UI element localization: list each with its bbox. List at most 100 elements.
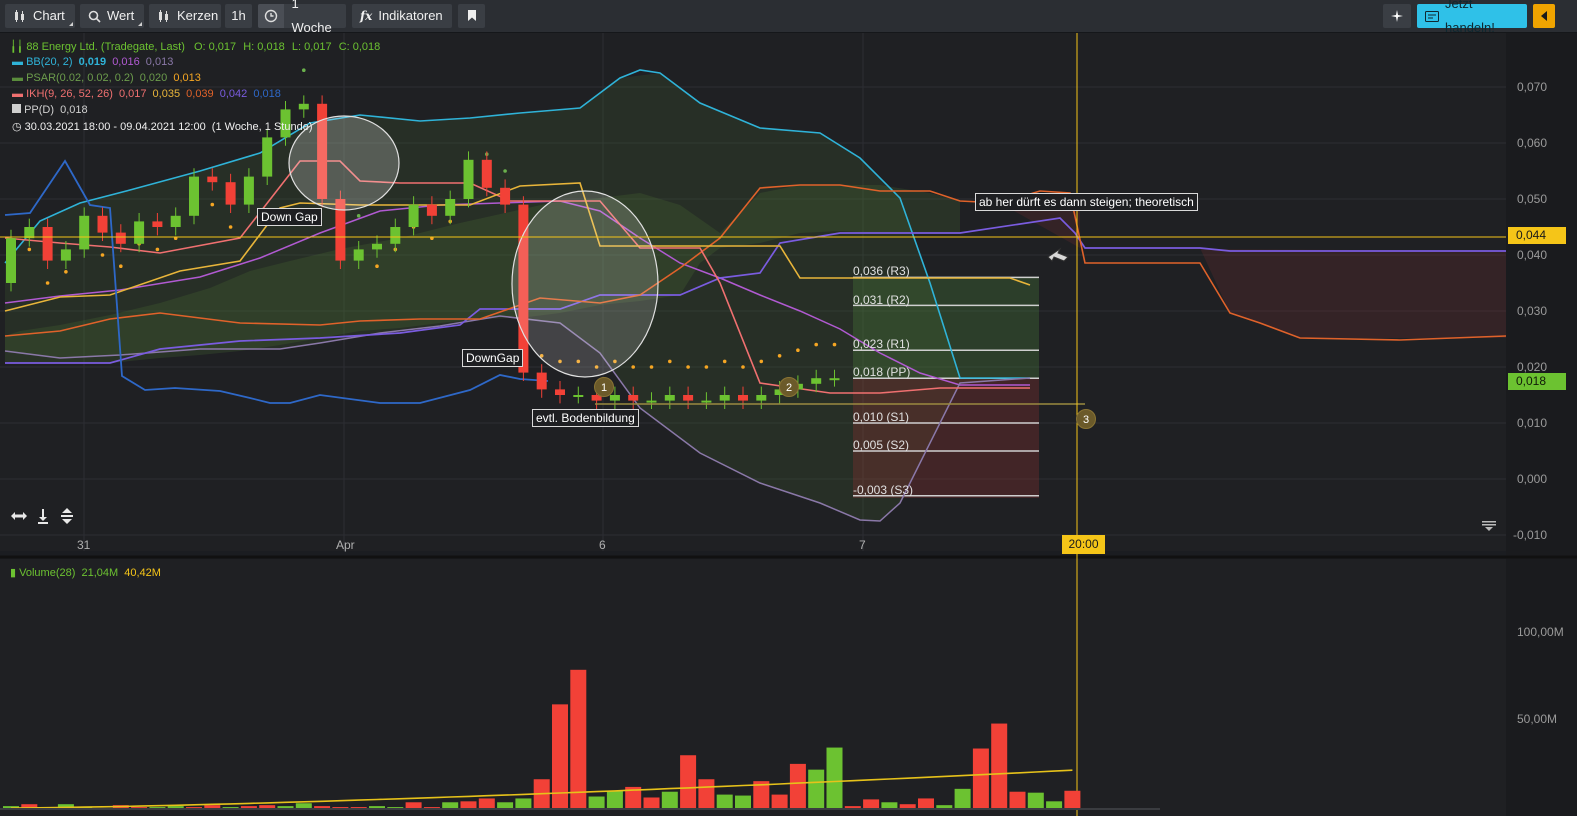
x-axis-label: 31 [77, 538, 91, 552]
open-value: O: 0,017 [193, 41, 237, 53]
psar-dot [814, 342, 818, 347]
legend-pp[interactable]: PP(D) 0,018 [12, 104, 88, 116]
crosshair-price-tag: 0,044 [1508, 227, 1566, 244]
sparkle-icon [1391, 10, 1403, 22]
legend-volume[interactable]: ▮ Volume(28) 21,04M 40,42M [10, 566, 161, 579]
candle [719, 395, 730, 401]
scroll-end-icon[interactable] [33, 506, 53, 526]
volume-bar [643, 797, 660, 809]
candle [79, 215, 90, 250]
chart-area[interactable]: ╽╽ 88 Energy Ltd. (Tradegate, Last) O: 0… [0, 33, 1577, 816]
psar-dot [668, 359, 672, 364]
psar-dot [686, 365, 690, 369]
psar-dot [777, 354, 782, 358]
psar-dot [155, 247, 160, 252]
trade-now-button[interactable]: Jetzt handeln! [1417, 0, 1527, 35]
indicators-button[interactable]: fx Indikatoren [352, 4, 452, 28]
pivot-r2-label: 0,031 (R2) [853, 293, 910, 307]
psar-dot [796, 348, 800, 353]
marker-3[interactable]: 3 [1076, 409, 1096, 429]
volume-bar [478, 798, 495, 809]
volume-bar [972, 748, 989, 809]
bb-swatch-icon: ▬ [12, 56, 23, 68]
vertical-fit-icon[interactable] [57, 506, 77, 526]
y-axis-label: 0,010 [1517, 416, 1548, 430]
psar-dot [722, 359, 727, 364]
pivot-s2-label: 0,005 (S2) [853, 438, 910, 452]
chart-toolbar: Chart Wert Kerzen 1h 1 Woche fx Indikato… [0, 0, 1577, 35]
chart-menu-icon[interactable] [1481, 519, 1497, 531]
volume-bar [918, 798, 934, 809]
volume-bar [460, 801, 477, 809]
ikh-value-3: 0,039 [186, 88, 214, 100]
x-axis-label: 6 [599, 538, 606, 552]
candle [189, 176, 199, 216]
volume-bar [1027, 792, 1044, 809]
marker-2[interactable]: 2 [779, 377, 799, 397]
magic-tools-button[interactable] [1383, 4, 1411, 28]
candle [811, 378, 822, 384]
psar-dot [375, 264, 379, 268]
bookmark-button[interactable] [458, 4, 485, 28]
chart-type-label: Chart [33, 8, 65, 23]
last-price-tag: 0,018 [1508, 373, 1566, 390]
pivot-r3-label: 0,036 (R3) [853, 264, 910, 278]
chart-canvas[interactable] [0, 33, 1577, 816]
legend-range: ◷ 30.03.2021 18:00 - 09.04.2021 12:00 (1… [12, 120, 312, 133]
candle [152, 221, 163, 227]
indicators-label: Indikatoren [378, 8, 443, 23]
bookmark-icon [467, 10, 476, 21]
volume-bar [991, 723, 1008, 809]
volume-value-2: 40,42M [124, 567, 161, 579]
candles-style-button[interactable]: Kerzen [149, 4, 221, 28]
ikh-value-2: 0,035 [152, 88, 181, 100]
marker-1[interactable]: 1 [594, 377, 614, 397]
psar-dot [832, 342, 837, 347]
y-axis-label: -0,010 [1513, 528, 1548, 542]
interval-label: 1h [231, 8, 246, 23]
interval-button[interactable]: 1h [225, 4, 252, 28]
candle [372, 243, 382, 250]
volume-bar [789, 763, 806, 809]
y-axis-label: 0,030 [1517, 304, 1548, 318]
range-button[interactable]: 1 Woche [258, 0, 346, 35]
ikh-swatch-icon: ▬ [12, 88, 23, 100]
legend-psar[interactable]: ▬ PSAR(0.02, 0.02, 0.2) 0,020 0,013 [12, 72, 201, 84]
ikh-name: IKH(9, 26, 52, 26) [26, 88, 113, 100]
horizontal-zoom-icon[interactable] [9, 506, 29, 526]
value-search-button[interactable]: Wert [80, 4, 144, 28]
candle [738, 395, 748, 401]
candles-icon [15, 10, 24, 22]
volume-bar [570, 669, 587, 809]
candle [555, 389, 565, 395]
psar-dot [228, 225, 233, 229]
pivot-s3-label: -0,003 (S3) [853, 483, 914, 497]
candle [6, 238, 16, 283]
legend-bb[interactable]: ▬ BB(20, 2) 0,019 0,016 0,013 [12, 56, 173, 68]
candle [207, 176, 218, 183]
y-axis-label: 0,050 [1517, 192, 1548, 206]
range-text: 30.03.2021 18:00 - 09.04.2021 12:00 [24, 121, 206, 133]
candle [225, 182, 236, 205]
volume-bar [1009, 791, 1026, 809]
candle [646, 400, 657, 403]
ikh-value-1: 0,017 [118, 88, 147, 100]
volume-bar [588, 796, 605, 809]
volume-bar [881, 802, 898, 809]
candle [463, 159, 474, 199]
candle [353, 249, 364, 261]
annotation-down-gap-2[interactable]: DownGap [462, 349, 524, 367]
collapse-panel-button[interactable] [1533, 4, 1555, 28]
value-label: Wert [107, 8, 135, 23]
annotation-bottom[interactable]: evtl. Bodenbildung [532, 409, 639, 427]
annotation-rise[interactable]: ab her dürft es dann steigen; theoretisc… [975, 193, 1198, 211]
annotation-down-gap-1[interactable]: Down Gap [257, 208, 322, 226]
candles-label: Kerzen [177, 8, 219, 23]
bb-value-1: 0,019 [78, 56, 107, 68]
ikh-value-4: 0,042 [219, 88, 248, 100]
chart-type-button[interactable]: Chart [5, 4, 75, 28]
candle [243, 176, 254, 205]
low-value: L: 0,017 [291, 41, 332, 53]
legend-ikh[interactable]: ▬ IKH(9, 26, 52, 26) 0,017 0,035 0,039 0… [12, 88, 281, 100]
psar-dot [503, 169, 507, 173]
